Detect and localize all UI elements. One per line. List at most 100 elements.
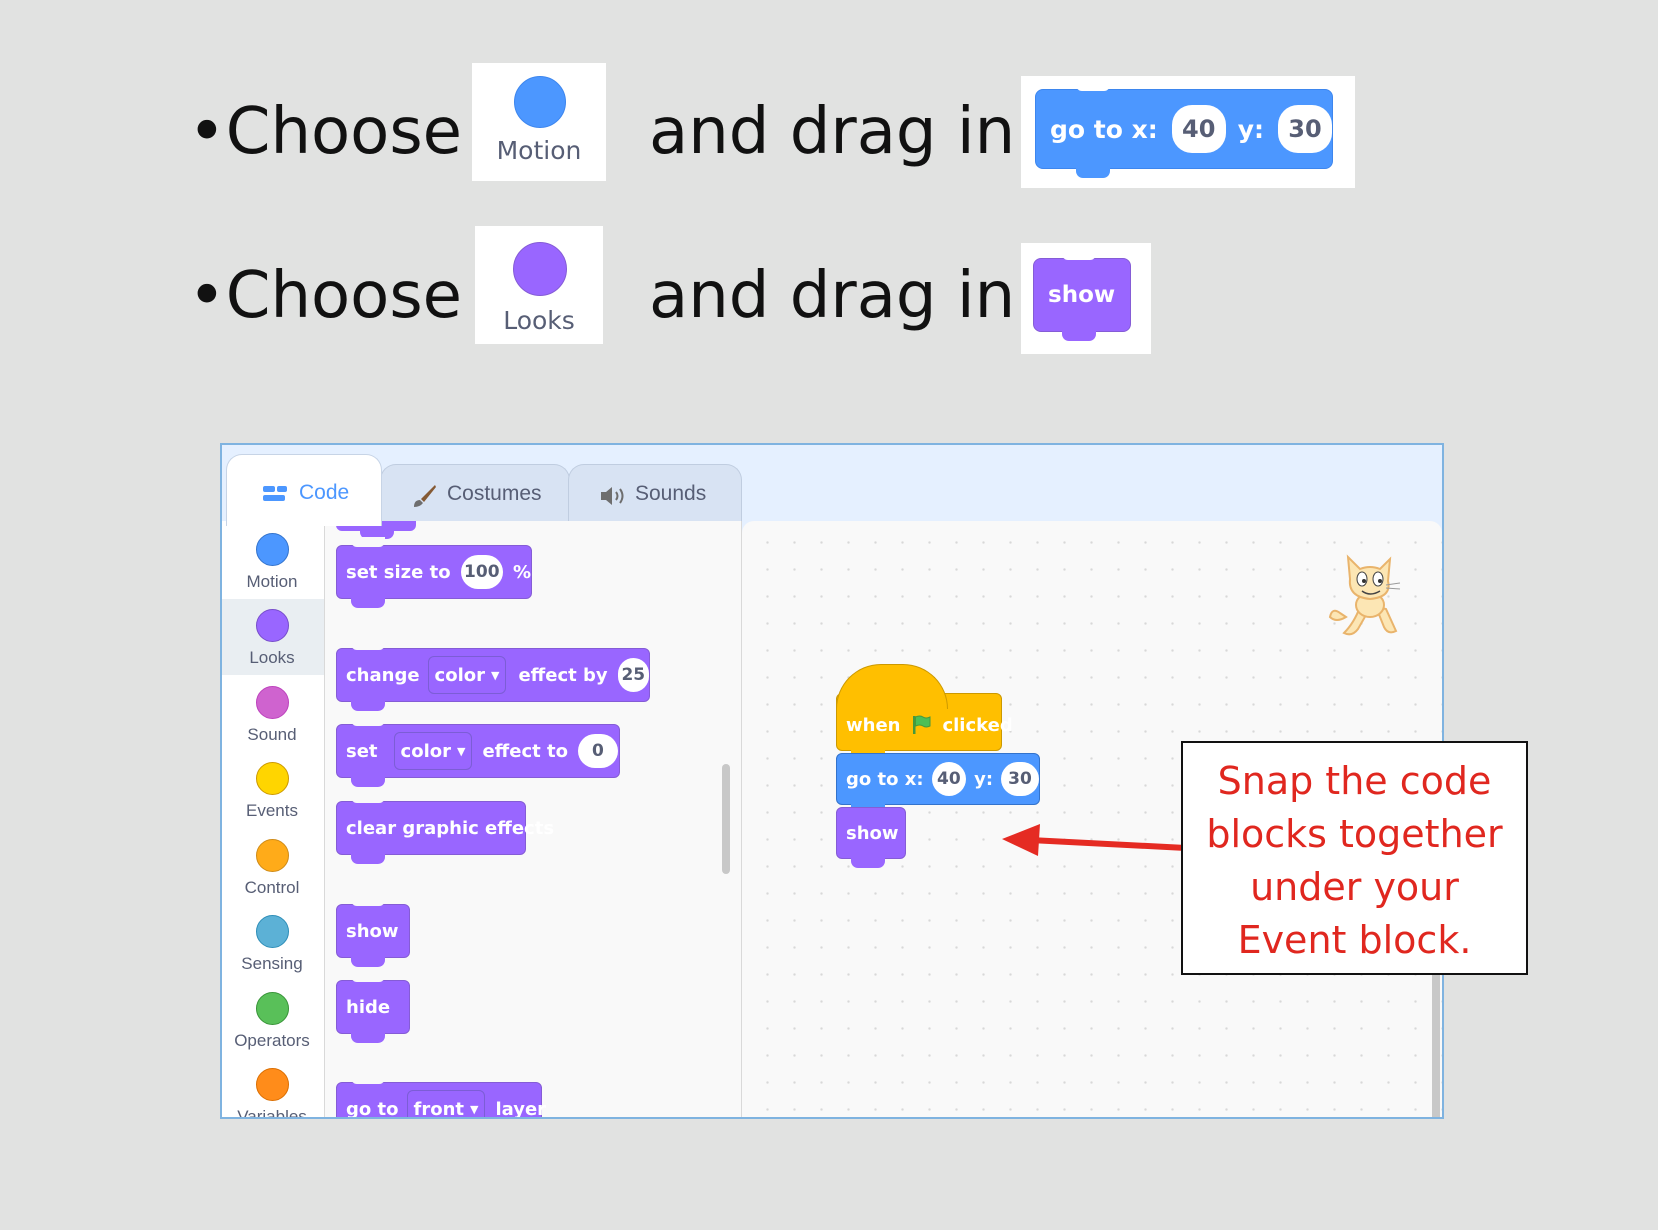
callout-line: Snap the code: [1217, 759, 1492, 803]
variables-dot-icon: [255, 1068, 289, 1101]
sound-dot-icon: [255, 686, 289, 719]
script-area-scrollbar[interactable]: [1432, 961, 1440, 1117]
bullet: •: [188, 95, 226, 169]
callout-line: under your: [1250, 865, 1459, 909]
clicked-label: clicked: [942, 714, 1013, 736]
tab-sounds-label: Sounds: [635, 482, 707, 505]
category-looks[interactable]: Looks: [222, 609, 322, 668]
x-value-input[interactable]: 40: [931, 762, 967, 796]
category-label: Variables: [237, 1107, 307, 1119]
category-label: Looks: [249, 648, 295, 667]
instruction-2-connector: and drag in: [649, 259, 1016, 333]
tab-costumes[interactable]: Costumes: [380, 464, 570, 522]
tab-sounds[interactable]: Sounds: [568, 464, 742, 522]
green-flag-icon: [910, 714, 932, 736]
category-sensing[interactable]: Sensing: [222, 915, 322, 974]
change-label: change: [346, 664, 420, 686]
category-label: Motion: [246, 572, 298, 591]
category-label: Operators: [234, 1031, 310, 1050]
go-to-label: go to: [346, 1098, 399, 1119]
instruction-2-verb: •Choose: [188, 264, 462, 328]
goto-x-label: go to x:: [846, 768, 924, 790]
looks-dot-icon: [255, 609, 289, 642]
palette-scrollbar[interactable]: [722, 764, 730, 874]
category-menu: Motion Looks Sound Events Control Sensin…: [222, 521, 325, 1119]
tab-code[interactable]: Code: [226, 454, 382, 526]
go-to-layer-block[interactable]: go to front ▼ layer: [336, 1074, 546, 1119]
tab-costumes-label: Costumes: [447, 482, 542, 505]
layer-dropdown-value: front: [413, 1098, 465, 1119]
effect-dropdown[interactable]: color ▼: [427, 656, 507, 694]
set-size-block[interactable]: set size to 100 %: [336, 537, 532, 608]
sensing-dot-icon: [255, 915, 289, 948]
size-value-input[interactable]: 100: [460, 555, 503, 589]
effect-dropdown[interactable]: color ▼: [393, 732, 473, 770]
tab-code-label: Code: [299, 481, 350, 504]
category-operators[interactable]: Operators: [222, 992, 322, 1051]
x-value-pill: 40: [1171, 105, 1226, 153]
goto-block-card: go to x: 40 y: 30: [1021, 76, 1355, 188]
category-label: Sound: [247, 725, 297, 744]
callout-box: Snap the code blocks together under your…: [1181, 741, 1528, 975]
y-value-input[interactable]: 30: [1001, 762, 1039, 796]
goto-example-block: go to x: 40 y: 30: [1035, 81, 1333, 178]
show-example-block: show: [1033, 250, 1131, 341]
percent-label: %: [512, 561, 531, 583]
instruction-1-connector: and drag in: [649, 95, 1016, 169]
effect-by-label: effect by: [518, 664, 608, 686]
goto-y-label: y:: [1237, 114, 1265, 144]
show-block-card: show: [1021, 243, 1151, 354]
callout-line: blocks together: [1206, 812, 1503, 856]
motion-category-card: Motion: [472, 63, 606, 181]
layer-label: layer: [495, 1098, 547, 1119]
red-arrow-icon: [1002, 824, 1187, 856]
category-variables[interactable]: Variables: [222, 1068, 322, 1119]
category-label: Events: [246, 801, 298, 820]
looks-category-label: Looks: [503, 306, 575, 335]
sprite-cat-icon: [1326, 551, 1406, 639]
category-events[interactable]: Events: [222, 762, 322, 821]
dropdown-arrow-icon: ▼: [470, 1102, 479, 1116]
goto-y-label: y:: [974, 768, 994, 790]
motion-circle-icon: [514, 76, 566, 128]
hat-cap: [836, 664, 948, 709]
layer-dropdown[interactable]: front ▼: [406, 1090, 486, 1119]
clear-label: clear graphic effects: [346, 817, 555, 839]
when-label: when: [846, 714, 901, 736]
verb-text: Choose: [225, 259, 463, 333]
hide-block[interactable]: hide: [336, 972, 410, 1043]
looks-circle-icon: [513, 242, 567, 296]
effect-to-value-input[interactable]: 0: [577, 734, 618, 768]
clear-graphic-effects-block[interactable]: clear graphic effects: [336, 793, 554, 864]
category-control[interactable]: Control: [222, 839, 322, 898]
dropdown-arrow-icon: ▼: [491, 668, 500, 682]
bullet: •: [188, 259, 226, 333]
script-goto-block[interactable]: go to x: 40 y: 30: [836, 753, 1040, 814]
show-label: show: [846, 822, 899, 844]
show-block[interactable]: show: [336, 896, 410, 967]
effect-to-label: effect to: [482, 740, 568, 762]
callout-line: Event block.: [1237, 918, 1472, 962]
y-value-pill: 30: [1278, 105, 1332, 153]
change-effect-block[interactable]: change color ▼ effect by 25: [336, 640, 650, 711]
show-label: show: [346, 920, 399, 942]
when-flag-clicked-block[interactable]: when clicked: [836, 664, 1013, 760]
motion-category-label: Motion: [496, 136, 582, 165]
set-label: set: [346, 740, 378, 762]
script-show-block[interactable]: show: [836, 807, 906, 868]
set-effect-block[interactable]: set color ▼ effect to 0: [336, 716, 620, 787]
category-label: Control: [244, 878, 300, 897]
category-label: Sensing: [241, 954, 303, 973]
category-sound[interactable]: Sound: [222, 686, 322, 745]
effect-dropdown-value: color: [434, 664, 485, 686]
hide-label: hide: [346, 996, 391, 1018]
category-motion[interactable]: Motion: [222, 533, 322, 592]
brush-icon: [411, 483, 437, 509]
verb-text: Choose: [225, 95, 463, 169]
instruction-1-verb: •Choose: [188, 100, 462, 164]
speaker-icon: [599, 485, 627, 507]
block-palette: set size to 100 % change color ▼ effect b…: [325, 521, 742, 1119]
effect-by-value-input[interactable]: 25: [617, 658, 649, 692]
motion-dot-icon: [255, 533, 289, 566]
operators-dot-icon: [255, 992, 289, 1025]
